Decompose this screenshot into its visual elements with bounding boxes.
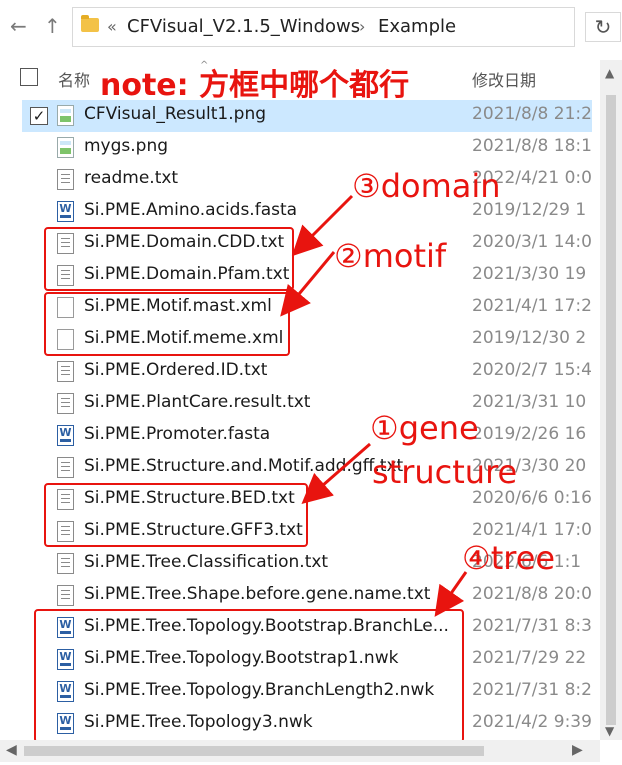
file-name: Si.PME.Structure.and.Motif.add.gff.txt <box>84 456 404 476</box>
vertical-scrollbar[interactable]: ▲ ▼ <box>600 60 622 740</box>
file-name: Si.PME.Tree.Shape.before.gene.name.txt <box>84 584 431 604</box>
file-row[interactable]: Si.PME.Ordered.ID.txt 2020/2/7 15:4 <box>22 356 592 388</box>
domain-highlight-box <box>44 227 294 291</box>
file-date: 2021/7/31 8:2 <box>472 680 592 700</box>
file-date: 2019/2/26 16 <box>472 424 587 444</box>
breadcrumb-example[interactable]: Example <box>378 16 456 37</box>
refresh-icon[interactable]: ↻ <box>585 12 621 42</box>
file-date: 2020/6/6 0:16 <box>472 488 592 508</box>
png-file-icon <box>57 105 74 126</box>
text-file-icon <box>57 457 74 478</box>
file-date: 2021/7/29 22 <box>472 648 587 668</box>
file-date: 2021/8/8 21:2 <box>472 104 592 124</box>
file-row[interactable]: ✓ CFVisual_Result1.png 2021/8/8 21:2 <box>22 100 592 132</box>
file-date: 2021/4/1 17:0 <box>472 520 592 540</box>
document-file-icon <box>57 201 74 222</box>
breadcrumb-cfvisual[interactable]: CFVisual_V2.1.5_Windows <box>127 16 360 37</box>
select-all-checkbox[interactable] <box>20 68 38 86</box>
file-name: Si.PME.Amino.acids.fasta <box>84 200 298 220</box>
motif-highlight-box <box>44 292 290 356</box>
up-arrow-icon[interactable]: ↑ <box>44 14 61 38</box>
file-name: readme.txt <box>84 168 179 188</box>
file-name: mygs.png <box>84 136 169 156</box>
address-toolbar: ← ↑ « CFVisual_V2.1.5_Windows › Example … <box>0 0 622 56</box>
file-row[interactable]: Si.PME.PlantCare.result.txt 2021/3/31 10 <box>22 388 592 420</box>
file-name: Si.PME.Promoter.fasta <box>84 424 271 444</box>
text-file-icon <box>57 393 74 414</box>
file-date: 2021/3/30 19 <box>472 264 587 284</box>
file-row[interactable]: mygs.png 2021/8/8 18:1 <box>22 132 592 164</box>
file-name: Si.PME.Ordered.ID.txt <box>84 360 268 380</box>
file-row[interactable]: Si.PME.Tree.Shape.before.gene.name.txt 20… <box>22 580 592 612</box>
scroll-right-icon[interactable]: ▶ <box>572 742 583 758</box>
file-date: 2021/8/8 18:1 <box>472 136 592 156</box>
tree-highlight-box <box>34 609 464 743</box>
file-date: 2020/3/1 14:0 <box>472 232 592 252</box>
domain-label: ③domain <box>352 167 501 205</box>
date-column-header[interactable]: 修改日期 <box>472 67 536 91</box>
file-date: 2019/12/30 2 <box>472 328 587 348</box>
document-file-icon <box>57 425 74 446</box>
folder-icon <box>81 15 99 32</box>
horizontal-scrollbar[interactable]: ◀ ▶ <box>0 740 600 762</box>
address-bar[interactable]: « CFVisual_V2.1.5_Windows › Example <box>72 7 575 47</box>
png-file-icon <box>57 137 74 158</box>
text-file-icon <box>57 361 74 382</box>
file-date: 2021/4/1 17:2 <box>472 296 592 316</box>
back-arrow-icon[interactable]: ← <box>10 14 27 38</box>
file-date: 2021/8/8 20:0 <box>472 584 592 604</box>
text-file-icon <box>57 553 74 574</box>
scroll-left-icon[interactable]: ◀ <box>6 742 17 758</box>
file-row[interactable]: Si.PME.Promoter.fasta 2019/2/26 16 <box>22 420 592 452</box>
structure-label: structure <box>372 453 518 491</box>
horizontal-scroll-thumb[interactable] <box>24 746 484 756</box>
file-date: 2021/4/2 9:39 <box>472 712 592 732</box>
text-file-icon <box>57 585 74 606</box>
name-column-header[interactable]: 名称 <box>58 67 90 91</box>
vertical-scroll-thumb[interactable] <box>606 95 616 725</box>
scroll-down-icon[interactable]: ▼ <box>605 724 614 738</box>
row-checkbox[interactable]: ✓ <box>30 107 48 125</box>
gene-structure-highlight-box <box>44 483 308 547</box>
file-name: Si.PME.PlantCare.result.txt <box>84 392 311 412</box>
breadcrumb-separator[interactable]: › <box>359 17 365 36</box>
tree-label: ④tree <box>462 539 556 577</box>
file-name: Si.PME.Tree.Classification.txt <box>84 552 329 572</box>
gene-label: ①gene <box>370 409 479 447</box>
note-annotation: note: 方框中哪个都行 <box>100 68 410 103</box>
overflow-chevron-icon[interactable]: « <box>107 17 117 36</box>
file-date: 2021/3/31 10 <box>472 392 587 412</box>
file-name: CFVisual_Result1.png <box>84 104 267 124</box>
file-date: 2020/2/7 15:4 <box>472 360 592 380</box>
file-row[interactable]: Si.PME.Amino.acids.fasta2019/12/29 1 <box>22 196 592 228</box>
text-file-icon <box>57 169 74 190</box>
motif-label: ②motif <box>334 237 447 275</box>
file-row[interactable]: readme.txt 2022/4/21 0:0 <box>22 164 592 196</box>
file-date: 2021/7/31 8:3 <box>472 616 592 636</box>
scroll-up-icon[interactable]: ▲ <box>605 66 614 80</box>
